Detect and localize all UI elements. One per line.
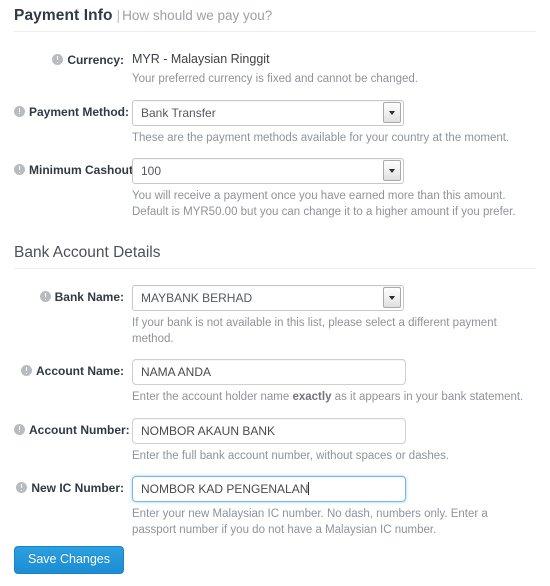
new-ic-number-input[interactable]: NOMBOR KAD PENGENALAN [132, 476, 406, 502]
account-name-help-text: Enter the account holder name exactly as… [132, 385, 532, 406]
title-separator: | [116, 7, 121, 23]
payment-method-label: Payment Method: [29, 104, 130, 119]
bank-name-selected-value: MAYBANK BERHAD [132, 285, 404, 311]
info-icon [39, 291, 51, 302]
minimum-cashout-selected-value: 100 [132, 158, 404, 184]
account-name-label-col: Account Name: [14, 359, 132, 378]
account-name-help-emphasis: exactly [292, 391, 332, 403]
currency-field-col: MYR - Malaysian Ringgit Your preferred c… [132, 48, 536, 88]
chevron-down-icon[interactable] [383, 101, 401, 123]
new-ic-number-help-text: Enter your new Malaysian IC number. No d… [132, 508, 488, 536]
new-ic-number-value: NOMBOR KAD PENGENALAN [141, 482, 309, 496]
currency-label: Currency: [67, 53, 124, 67]
minimum-cashout-help-text: You will receive a payment once you have… [132, 190, 516, 218]
minimum-cashout-row: Minimum Cashout: 100 You will receive a … [14, 158, 536, 220]
chevron-down-icon[interactable] [383, 160, 401, 181]
payment-method-row: Payment Method: Bank Transfer These are … [14, 99, 536, 147]
chevron-down-icon[interactable] [383, 287, 401, 308]
minimum-cashout-label: Minimum Cashout: [29, 163, 137, 177]
new-ic-number-label-col: New IC Number: [14, 476, 132, 495]
payment-method-selected-value: Bank Transfer [132, 99, 404, 126]
bank-details-title: Bank Account Details [14, 244, 161, 261]
text-cursor [308, 482, 310, 495]
page-title: Payment Info [14, 7, 113, 24]
account-number-input[interactable]: NOMBOR AKAUN BANK [132, 417, 406, 444]
bank-details-section-header: Bank Account Details [14, 236, 536, 269]
info-icon [20, 365, 32, 376]
payment-settings-page: Payment Info | How should we pay you? Curr… [0, 0, 550, 586]
payment-method-label-col: Payment Method: [14, 100, 132, 119]
minimum-cashout-label-col: Minimum Cashout: [14, 158, 137, 177]
new-ic-number-label: New IC Number: [31, 481, 124, 495]
bank-name-help-text: If your bank is not available in this li… [132, 317, 497, 345]
bank-name-field-col: MAYBANK BERHAD If your bank is not avail… [132, 285, 536, 347]
payment-method-field-col: Bank Transfer These are the payment meth… [132, 99, 536, 147]
bank-name-label-col: Bank Name: [14, 285, 132, 304]
info-icon [52, 54, 64, 65]
info-icon [14, 105, 25, 117]
account-number-row: Account Number: NOMBOR AKAUN BANK Enter … [14, 417, 536, 465]
minimum-cashout-select[interactable]: 100 [132, 158, 404, 184]
currency-row: Currency: MYR - Malaysian Ringgit Your p… [14, 48, 536, 88]
payment-method-select[interactable]: Bank Transfer [132, 99, 404, 126]
currency-help-text: Your preferred currency is fixed and can… [132, 73, 418, 85]
account-name-label: Account Name: [35, 364, 124, 378]
new-ic-number-row: New IC Number: NOMBOR KAD PENGENALAN Ent… [14, 476, 536, 538]
bank-name-label: Bank Name: [54, 290, 124, 304]
account-name-field-col: NAMA ANDA Enter the account holder name … [132, 359, 536, 406]
currency-label-col: Currency: [14, 48, 132, 67]
minimum-cashout-field-col: 100 You will receive a payment once you … [132, 158, 536, 220]
account-number-label: Account Number: [29, 422, 130, 437]
currency-value: MYR - Malaysian Ringgit [132, 52, 270, 66]
account-number-field-col: NOMBOR AKAUN BANK Enter the full bank ac… [132, 417, 536, 465]
account-name-input[interactable]: NAMA ANDA [132, 359, 406, 385]
bank-name-select[interactable]: MAYBANK BERHAD [132, 285, 404, 311]
info-icon [14, 164, 25, 175]
page-subtitle: How should we pay you? [122, 8, 273, 23]
payment-method-help-text: These are the payment methods available … [132, 131, 510, 144]
account-number-label-col: Account Number: [14, 418, 132, 437]
bank-name-row: Bank Name: MAYBANK BERHAD If your bank i… [14, 285, 536, 347]
account-number-help-text: Enter the full bank account number, with… [132, 449, 450, 462]
account-name-help-before: Enter the account holder name [132, 391, 293, 403]
info-icon [14, 423, 25, 435]
payment-info-section-header: Payment Info | How should we pay you? [14, 0, 536, 32]
save-changes-button[interactable]: Save Changes [14, 546, 125, 574]
new-ic-number-field-col: NOMBOR KAD PENGENALAN Enter your new Mal… [132, 476, 536, 538]
account-name-row: Account Name: NAMA ANDA Enter the accoun… [14, 359, 536, 406]
account-name-help-after: as it appears in your bank statement. [331, 391, 524, 403]
info-icon [16, 482, 28, 493]
